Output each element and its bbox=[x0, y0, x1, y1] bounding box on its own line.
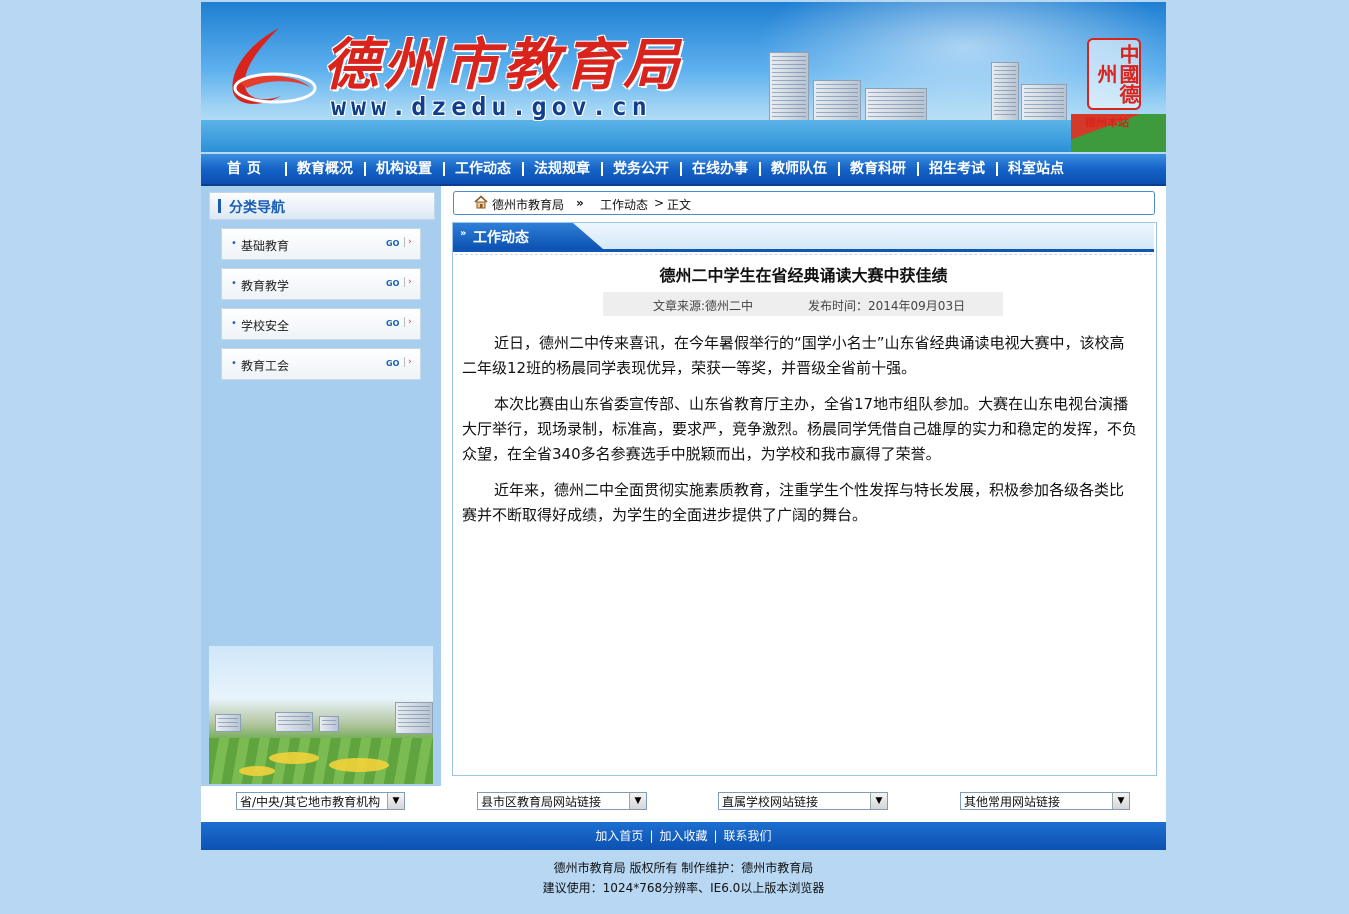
article-title: 德州二中学生在省经典诵读大赛中获佳绩 bbox=[659, 266, 948, 285]
site-title: 德州市教育局 bbox=[323, 32, 683, 98]
photo-lawn bbox=[209, 738, 433, 784]
article-meta: 文章来源:德州二中 发布时间：2014年09月03日 bbox=[603, 292, 1003, 316]
breadcrumb: 德州市教育局 » 工作动态 > 正文 bbox=[453, 191, 1155, 215]
sidebar-heading: 分类导航 bbox=[209, 192, 435, 220]
footer-links-bar: 加入首页 | 加入收藏 | 联系我们 bbox=[201, 822, 1166, 850]
bullet-icon: • bbox=[231, 318, 237, 329]
breadcrumb-section-link[interactable]: 工作动态 bbox=[600, 196, 648, 213]
banner-building bbox=[813, 80, 861, 122]
banner-building bbox=[1021, 84, 1067, 122]
chevron-down-icon[interactable]: ▼ bbox=[1112, 793, 1129, 809]
sidebar-item-basic-education[interactable]: • 基础教育 GO › bbox=[221, 228, 421, 260]
chevron-down-icon[interactable]: ▼ bbox=[387, 793, 404, 809]
sidebar-item-label: 教育教学 bbox=[241, 279, 290, 293]
go-label: GO bbox=[386, 239, 400, 248]
banner-building bbox=[769, 52, 809, 122]
bullet-icon: • bbox=[231, 358, 237, 369]
article-paragraph: 近年来，德州二中全面贯彻实施素质教育，注重学生个性发挥与特长发展，积极参加各级各… bbox=[462, 481, 1125, 524]
section-header: » 工作动态 bbox=[453, 223, 1154, 252]
seal-caption: 德州本站 bbox=[1085, 116, 1129, 129]
campus-photo bbox=[209, 646, 433, 784]
heading-bar-icon bbox=[218, 199, 221, 213]
photo-building bbox=[319, 716, 339, 732]
banner-building bbox=[865, 88, 927, 122]
sidebar-item-label: 学校安全 bbox=[241, 319, 290, 333]
double-chevron-icon: » bbox=[460, 228, 467, 239]
nav-item-work-news[interactable]: 工作动态 bbox=[443, 162, 522, 176]
article-date: 发布时间：2014年09月03日 bbox=[808, 299, 966, 313]
select-value: 县市区教育局网站链接 bbox=[481, 795, 602, 809]
nav-item-teachers[interactable]: 教师队伍 bbox=[759, 162, 838, 176]
set-homepage-link[interactable]: 加入首页 bbox=[589, 829, 649, 843]
arrow-right-icon: › bbox=[404, 357, 412, 367]
copyright-text: 德州市教育局 版权所有 制作维护：德州市教育局 bbox=[553, 861, 814, 875]
photo-building bbox=[395, 702, 433, 734]
select-value: 其他常用网站链接 bbox=[964, 795, 1061, 809]
nav-item-research[interactable]: 教育科研 bbox=[838, 162, 917, 176]
chevron-down-icon[interactable]: ▼ bbox=[870, 793, 887, 809]
arrow-right-icon: › bbox=[404, 237, 412, 247]
article-paragraph: 本次比赛由山东省委宣传部、山东省教育厅主办，全省17地市组队参加。大赛在山东电视… bbox=[462, 395, 1138, 463]
section-tab: » 工作动态 bbox=[453, 223, 603, 249]
sidebar-item-label: 基础教育 bbox=[241, 239, 290, 253]
select-value: 省/中央/其它地市教育机构 bbox=[240, 795, 381, 809]
bullet-icon: • bbox=[231, 278, 237, 289]
site-banner: 德州市教育局 www.dzedu.gov.cn 中國德州 德州本站 bbox=[201, 2, 1166, 152]
breadcrumb-separator-icon: > bbox=[654, 196, 665, 210]
article-paragraph: 近日，德州二中传来喜讯，在今年暑假举行的“国学小名士”山东省经典诵读电视大赛中，… bbox=[462, 334, 1125, 377]
article-source: 文章来源:德州二中 bbox=[653, 299, 754, 313]
contact-us-link[interactable]: 联系我们 bbox=[718, 829, 778, 843]
photo-building bbox=[215, 714, 241, 732]
photo-building bbox=[275, 712, 313, 732]
sidebar-item-teaching[interactable]: • 教育教学 GO › bbox=[221, 268, 421, 300]
sidebar-heading-text: 分类导航 bbox=[229, 200, 285, 216]
go-label: GO bbox=[386, 279, 400, 288]
nav-item-admissions[interactable]: 招生考试 bbox=[917, 162, 996, 176]
nav-item-organization[interactable]: 机构设置 bbox=[364, 162, 443, 176]
main-nav: 首页 教育概况 机构设置 工作动态 法规规章 党务公开 在线办事 教师队伍 教育… bbox=[201, 154, 1166, 186]
home-icon bbox=[474, 195, 488, 209]
nav-item-regulations[interactable]: 法规规章 bbox=[522, 162, 601, 176]
arrow-right-icon: › bbox=[404, 317, 412, 327]
article-body: 近日，德州二中传来喜讯，在今年暑假举行的“国学小名士”山东省经典诵读电视大赛中，… bbox=[462, 331, 1138, 539]
china-dezhou-seal: 中國德州 bbox=[1087, 38, 1141, 110]
provincial-links-select[interactable]: 省/中央/其它地市教育机构 ▼ bbox=[236, 792, 405, 810]
select-value: 直属学校网站链接 bbox=[722, 795, 819, 809]
county-links-select[interactable]: 县市区教育局网站链接 ▼ bbox=[477, 792, 647, 810]
go-label: GO bbox=[386, 359, 400, 368]
photo-flowerbed bbox=[269, 752, 319, 764]
nav-item-overview[interactable]: 教育概况 bbox=[285, 162, 364, 176]
divider bbox=[455, 254, 1152, 255]
photo-flowerbed bbox=[329, 758, 389, 772]
nav-item-party-affairs[interactable]: 党务公开 bbox=[601, 162, 680, 176]
links-row: 省/中央/其它地市教育机构 ▼ 县市区教育局网站链接 ▼ 直属学校网站链接 ▼ … bbox=[201, 786, 1166, 822]
bureau-logo-icon bbox=[232, 28, 317, 104]
sidebar-item-education-union[interactable]: • 教育工会 GO › bbox=[221, 348, 421, 380]
nav-item-home[interactable]: 首页 bbox=[215, 162, 285, 176]
photo-flowerbed bbox=[239, 766, 275, 776]
sidebar-item-label: 教育工会 bbox=[241, 359, 290, 373]
section-title: 工作动态 bbox=[473, 230, 529, 246]
content-area: 分类导航 • 基础教育 GO › • 教育教学 GO › • 学校安全 GO › bbox=[201, 186, 1166, 786]
banner-lake bbox=[201, 120, 1166, 152]
nav-item-departments[interactable]: 科室站点 bbox=[996, 162, 1075, 176]
add-favorite-link[interactable]: 加入收藏 bbox=[653, 829, 713, 843]
browser-advice-text: 建议使用：1024*768分辨率、IE6.0以上版本浏览器 bbox=[542, 881, 825, 895]
breadcrumb-separator-icon: » bbox=[576, 196, 584, 210]
bullet-icon: • bbox=[231, 238, 237, 249]
school-links-select[interactable]: 直属学校网站链接 ▼ bbox=[718, 792, 888, 810]
sidebar: 分类导航 • 基础教育 GO › • 教育教学 GO › • 学校安全 GO › bbox=[201, 186, 441, 786]
banner-building bbox=[991, 62, 1019, 122]
breadcrumb-current: 正文 bbox=[667, 198, 692, 212]
go-label: GO bbox=[386, 319, 400, 328]
nav-item-online-services[interactable]: 在线办事 bbox=[680, 162, 759, 176]
arrow-right-icon: › bbox=[404, 277, 412, 287]
other-links-select[interactable]: 其他常用网站链接 ▼ bbox=[960, 792, 1130, 810]
site-url: www.dzedu.gov.cn bbox=[331, 92, 652, 121]
sidebar-item-school-safety[interactable]: • 学校安全 GO › bbox=[221, 308, 421, 340]
breadcrumb-home-link[interactable]: 德州市教育局 bbox=[492, 196, 564, 213]
footer-info: 德州市教育局 版权所有 制作维护：德州市教育局 建议使用：1024*768分辨率… bbox=[201, 850, 1166, 900]
chevron-down-icon[interactable]: ▼ bbox=[629, 793, 646, 809]
divider: | bbox=[713, 829, 718, 843]
